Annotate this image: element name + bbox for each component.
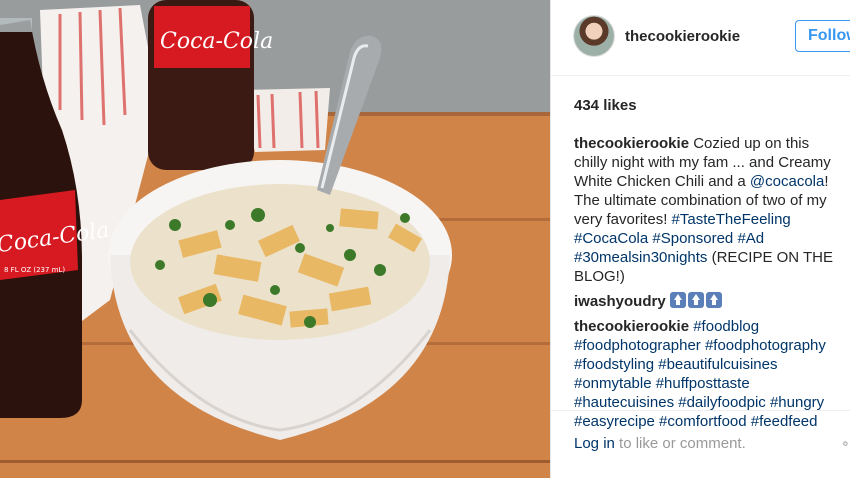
up-arrow-icon (687, 292, 704, 308)
post-photo[interactable]: Coca-Cola Coca-Cola 8 FL OZ (237 mL) (0, 0, 550, 478)
likes-count[interactable]: 434 likes (574, 97, 637, 114)
login-prompt: Log in to like or comment. (574, 435, 746, 452)
mention-link[interactable]: @cocacola (750, 173, 824, 190)
reply-comment: iwashyoudry (574, 292, 844, 311)
login-prompt-text: to like or comment. (614, 435, 746, 452)
comment-username[interactable]: iwashyoudry (574, 293, 666, 310)
post-side-panel: thecookierookie Follow 434 likes thecook… (550, 0, 850, 478)
follow-button[interactable]: Follow (795, 20, 850, 52)
svg-text:8 FL OZ (237 mL): 8 FL OZ (237 mL) (4, 266, 65, 274)
caption-comment: thecookierookie Cozied up on this chilly… (574, 134, 844, 286)
avatar[interactable] (574, 16, 614, 56)
up-arrow-icon (669, 292, 686, 308)
comment-username[interactable]: thecookierookie (574, 135, 689, 152)
login-link[interactable]: Log in (574, 435, 615, 452)
more-options-icon[interactable]: ∘ (841, 435, 850, 452)
post-footer: Log in to like or comment. ∘ (551, 410, 850, 478)
username-link[interactable]: thecookierookie (625, 28, 740, 45)
comment-username[interactable]: thecookierookie (574, 318, 689, 335)
post-header: thecookierookie Follow (551, 0, 850, 76)
food-photo-illustration: Coca-Cola Coca-Cola 8 FL OZ (237 mL) (0, 0, 550, 478)
comments-list: thecookierookie Cozied up on this chilly… (574, 134, 844, 437)
up-arrow-icon (705, 292, 722, 308)
back-bottle-logo: Coca-Cola (160, 29, 273, 54)
